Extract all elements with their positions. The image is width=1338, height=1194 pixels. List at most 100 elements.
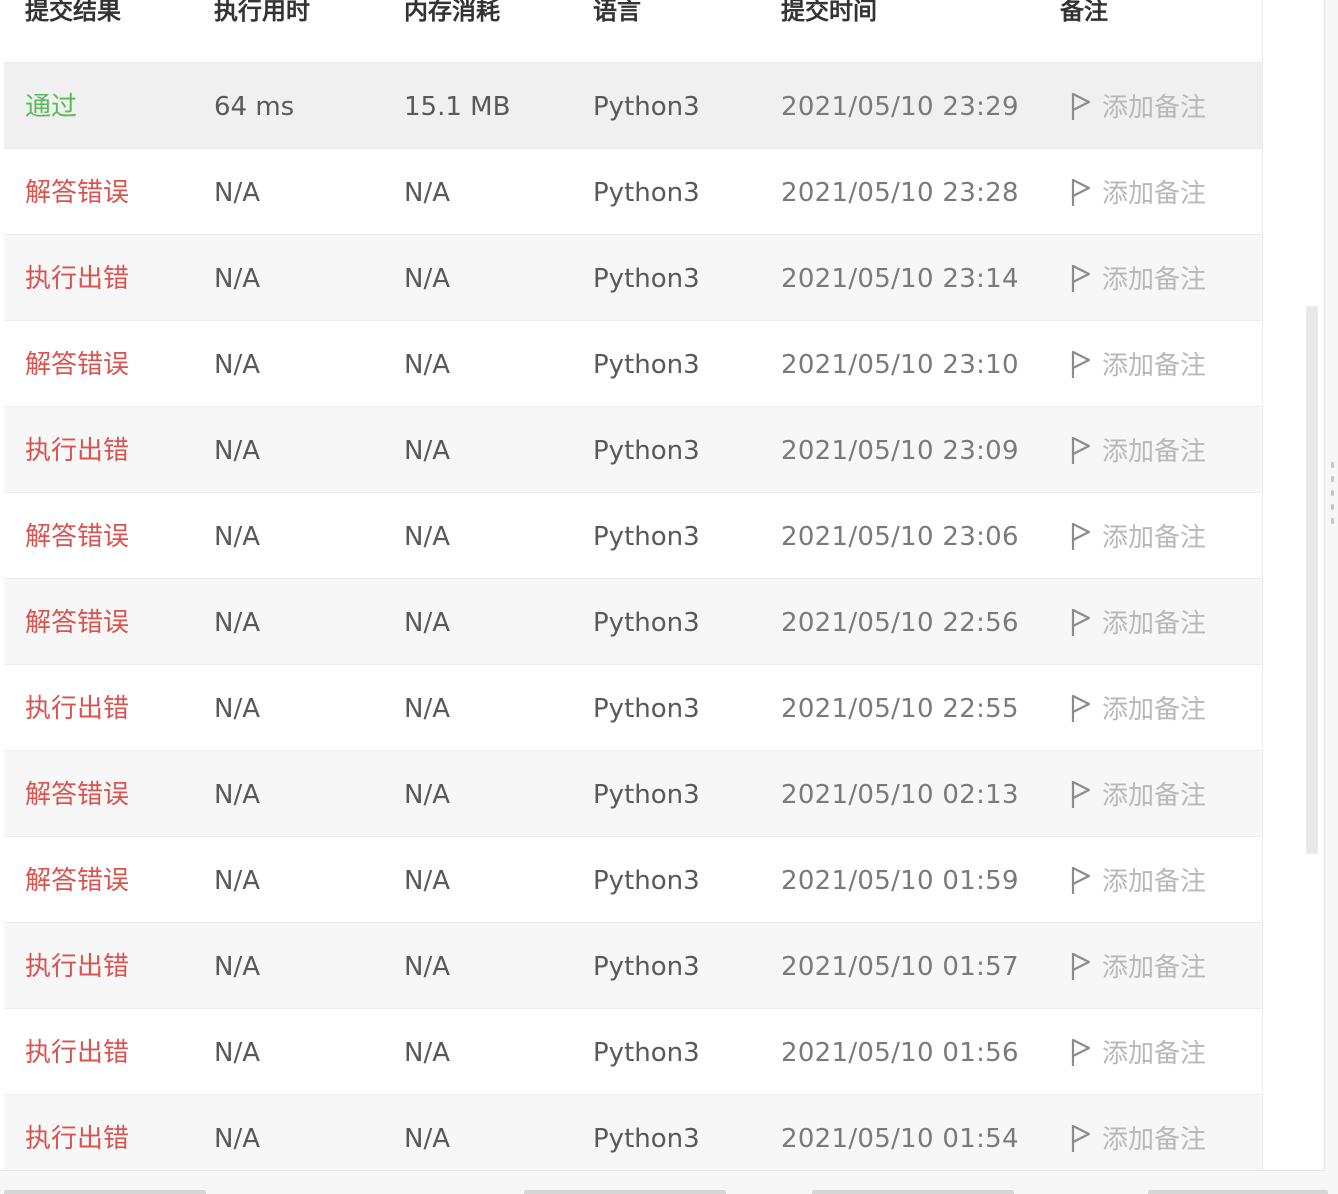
add-note-label: 添加备注 [1102,867,1207,897]
header-language[interactable]: 语言 [593,0,641,23]
memory-value: N/A [404,436,450,466]
header-submit-time[interactable]: 提交时间 [781,0,877,23]
table-row[interactable]: 执行出错 N/A N/A Python3 2021/05/10 01:56 添加备注 [4,1009,1262,1095]
add-note-button[interactable]: 添加备注 [1068,923,1206,1008]
add-note-button[interactable]: 添加备注 [1068,63,1206,148]
table-row[interactable]: 解答错误 N/A N/A Python3 2021/05/10 23:10 添加备注 [4,321,1262,407]
submit-time-value: 2021/05/10 01:59 [781,866,1019,896]
submit-time-value: 2021/05/10 23:14 [781,264,1019,294]
table-row[interactable]: 执行出错 N/A N/A Python3 2021/05/10 01:57 添加备注 [4,923,1262,1009]
submit-time-value: 2021/05/10 01:57 [781,952,1019,982]
status-link[interactable]: 执行出错 [25,923,129,1008]
add-note-button[interactable]: 添加备注 [1068,751,1206,836]
add-note-button[interactable]: 添加备注 [1068,579,1206,664]
add-note-label: 添加备注 [1102,437,1207,467]
status-link[interactable]: 解答错误 [25,493,129,578]
add-note-label: 添加备注 [1102,695,1207,725]
status-link[interactable]: 执行出错 [25,1095,129,1170]
status-link[interactable]: 执行出错 [25,1009,129,1094]
header-note: 备注 [1060,0,1108,25]
runtime-value: N/A [214,952,260,982]
flag-icon [1068,693,1094,723]
flag-icon [1068,263,1094,293]
table-row[interactable]: 解答错误 N/A N/A Python3 2021/05/10 02:13 添加备注 [4,751,1262,837]
table-row[interactable]: 执行出错 N/A N/A Python3 2021/05/10 01:54 添加备注 [4,1095,1262,1170]
status-link[interactable]: 解答错误 [25,321,129,406]
flag-icon [1068,177,1094,207]
submissions-table: 提交结果 执行用时 内存消耗 语言 提交时间 备注 通过 64 ms 15.1 MB… [4,0,1263,1170]
submit-time-value: 2021/05/10 01:54 [781,1124,1019,1154]
runtime-value: N/A [214,178,260,208]
status-link[interactable]: 执行出错 [25,407,129,492]
status-link[interactable]: 解答错误 [25,751,129,836]
runtime-value: N/A [214,264,260,294]
add-note-label: 添加备注 [1102,1125,1207,1155]
table-row[interactable]: 解答错误 N/A N/A Python3 2021/05/10 23:28 添加备注 [4,149,1262,235]
table-row[interactable]: 解答错误 N/A N/A Python3 2021/05/10 01:59 添加备注 [4,837,1262,923]
add-note-button[interactable]: 添加备注 [1068,1095,1206,1170]
runtime-value: N/A [214,1038,260,1068]
language-value: Python3 [593,694,700,724]
resize-handle[interactable] [1331,462,1335,552]
status-link[interactable]: 解答错误 [25,579,129,664]
add-note-label: 添加备注 [1102,523,1207,553]
add-note-label: 添加备注 [1102,1039,1207,1069]
language-value: Python3 [593,608,700,638]
flag-icon [1068,91,1094,121]
memory-value: N/A [404,1038,450,1068]
runtime-value: N/A [214,522,260,552]
submit-time-value: 2021/05/10 23:29 [781,92,1019,122]
status-link[interactable]: 通过 [25,63,77,148]
add-note-label: 添加备注 [1102,609,1207,639]
add-note-button[interactable]: 添加备注 [1068,407,1206,492]
flag-icon [1068,1123,1094,1153]
add-note-button[interactable]: 添加备注 [1068,1009,1206,1094]
table-row[interactable]: 解答错误 N/A N/A Python3 2021/05/10 22:56 添加备注 [4,579,1262,665]
memory-value: N/A [404,694,450,724]
add-note-button[interactable]: 添加备注 [1068,149,1206,234]
status-link[interactable]: 解答错误 [25,837,129,922]
table-body: 通过 64 ms 15.1 MB Python3 2021/05/10 23:29 添加备… [4,63,1262,1170]
add-note-button[interactable]: 添加备注 [1068,493,1206,578]
memory-value: 15.1 MB [404,92,511,122]
add-note-label: 添加备注 [1102,93,1207,123]
language-value: Python3 [593,780,700,810]
language-value: Python3 [593,92,700,122]
add-note-button[interactable]: 添加备注 [1068,837,1206,922]
add-note-button[interactable]: 添加备注 [1068,321,1206,406]
add-note-button[interactable]: 添加备注 [1068,665,1206,750]
language-value: Python3 [593,866,700,896]
language-value: Python3 [593,952,700,982]
memory-value: N/A [404,522,450,552]
status-link[interactable]: 解答错误 [25,149,129,234]
memory-value: N/A [404,350,450,380]
runtime-value: 64 ms [214,92,295,122]
language-value: Python3 [593,264,700,294]
memory-value: N/A [404,178,450,208]
status-link[interactable]: 执行出错 [25,235,129,320]
table-row[interactable]: 执行出错 N/A N/A Python3 2021/05/10 22:55 添加备注 [4,665,1262,751]
memory-value: N/A [404,952,450,982]
language-value: Python3 [593,1124,700,1154]
submit-time-value: 2021/05/10 22:56 [781,608,1019,638]
header-result[interactable]: 提交结果 [25,0,121,23]
table-row[interactable]: 通过 64 ms 15.1 MB Python3 2021/05/10 23:29 添加备… [4,63,1262,149]
memory-value: N/A [404,780,450,810]
table-row[interactable]: 执行出错 N/A N/A Python3 2021/05/10 23:14 添加备注 [4,235,1262,321]
runtime-value: N/A [214,694,260,724]
submit-time-value: 2021/05/10 23:28 [781,178,1019,208]
add-note-label: 添加备注 [1102,179,1207,209]
language-value: Python3 [593,350,700,380]
flag-icon [1068,521,1094,551]
header-runtime[interactable]: 执行用时 [214,0,310,23]
table-row[interactable]: 执行出错 N/A N/A Python3 2021/05/10 23:09 添加备注 [4,407,1262,493]
add-note-label: 添加备注 [1102,265,1207,295]
table-row[interactable]: 解答错误 N/A N/A Python3 2021/05/10 23:06 添加备注 [4,493,1262,579]
language-value: Python3 [593,1038,700,1068]
header-memory[interactable]: 内存消耗 [404,0,500,23]
add-note-label: 添加备注 [1102,351,1207,381]
status-link[interactable]: 执行出错 [25,665,129,750]
add-note-button[interactable]: 添加备注 [1068,235,1206,320]
memory-value: N/A [404,264,450,294]
vertical-scrollbar[interactable] [1306,306,1318,854]
